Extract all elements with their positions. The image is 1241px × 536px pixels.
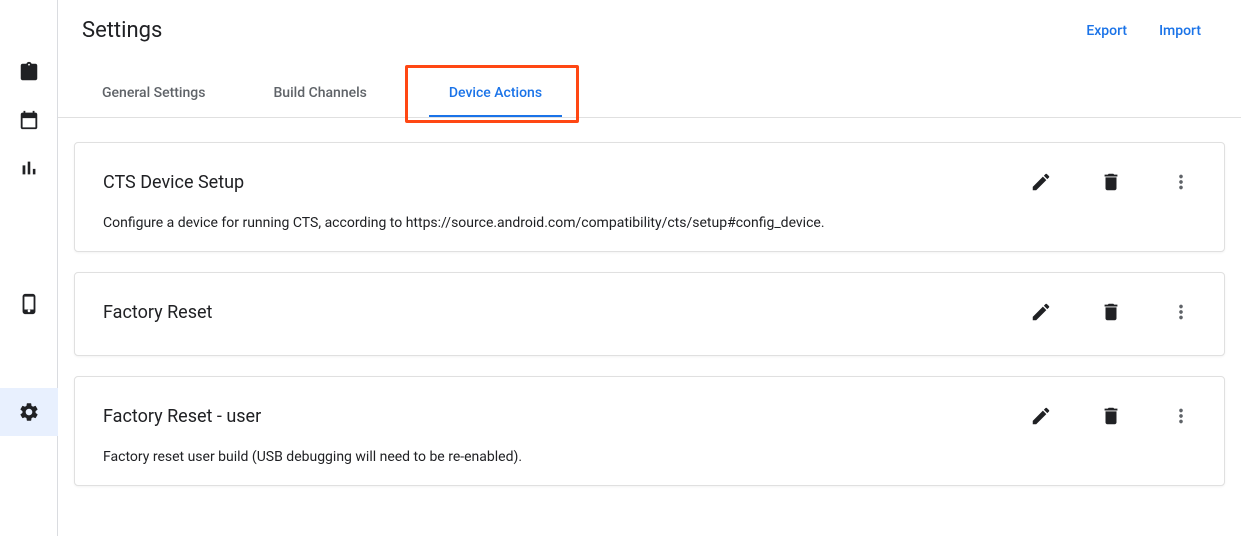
tab-general-settings[interactable]: General Settings — [82, 71, 225, 117]
sidebar-item-tests[interactable] — [0, 48, 58, 96]
trash-icon — [1100, 405, 1122, 427]
more-button[interactable] — [1166, 167, 1196, 197]
gear-icon — [18, 401, 40, 423]
header: Settings Export Import — [58, 0, 1241, 51]
sidebar — [0, 0, 58, 536]
cards-container: CTS Device Setup Configure a device for … — [58, 118, 1241, 486]
pencil-icon — [1030, 405, 1052, 427]
sidebar-item-settings[interactable] — [0, 388, 58, 436]
import-link[interactable]: Import — [1159, 23, 1201, 39]
card-actions — [1026, 297, 1196, 327]
trash-icon — [1100, 301, 1122, 323]
card-title: CTS Device Setup — [103, 172, 244, 193]
pencil-icon — [1030, 301, 1052, 323]
sidebar-item-devices[interactable] — [0, 280, 58, 328]
more-button[interactable] — [1166, 297, 1196, 327]
sidebar-item-schedules[interactable] — [0, 96, 58, 144]
more-vert-icon — [1170, 301, 1192, 323]
calendar-icon — [18, 109, 40, 131]
more-vert-icon — [1170, 405, 1192, 427]
page-title: Settings — [82, 18, 162, 43]
delete-button[interactable] — [1096, 401, 1126, 431]
sidebar-spacer — [0, 192, 57, 280]
bar-chart-icon — [18, 157, 40, 179]
device-action-card: Factory Reset — [74, 272, 1225, 356]
phone-icon — [18, 293, 40, 315]
export-link[interactable]: Export — [1086, 23, 1127, 39]
clipboard-icon — [18, 61, 40, 83]
delete-button[interactable] — [1096, 297, 1126, 327]
card-description: Configure a device for running CTS, acco… — [103, 215, 1196, 231]
delete-button[interactable] — [1096, 167, 1126, 197]
tabs: General Settings Build Channels Device A… — [58, 71, 1241, 118]
card-header: Factory Reset — [103, 297, 1196, 327]
device-action-card: CTS Device Setup Configure a device for … — [74, 142, 1225, 252]
edit-button[interactable] — [1026, 297, 1056, 327]
main-content: Settings Export Import General Settings … — [58, 0, 1241, 536]
card-actions — [1026, 167, 1196, 197]
edit-button[interactable] — [1026, 167, 1056, 197]
card-header: CTS Device Setup — [103, 167, 1196, 197]
sidebar-item-analytics[interactable] — [0, 144, 58, 192]
more-vert-icon — [1170, 171, 1192, 193]
more-button[interactable] — [1166, 401, 1196, 431]
header-actions: Export Import — [1086, 23, 1201, 39]
card-actions — [1026, 401, 1196, 431]
card-title: Factory Reset - user — [103, 406, 261, 427]
card-header: Factory Reset - user — [103, 401, 1196, 431]
card-title: Factory Reset — [103, 302, 212, 323]
trash-icon — [1100, 171, 1122, 193]
device-action-card: Factory Reset - user Factory reset user … — [74, 376, 1225, 486]
pencil-icon — [1030, 171, 1052, 193]
tab-device-actions[interactable]: Device Actions — [429, 71, 562, 117]
edit-button[interactable] — [1026, 401, 1056, 431]
card-description: Factory reset user build (USB debugging … — [103, 449, 1196, 465]
tab-build-channels[interactable]: Build Channels — [253, 71, 386, 117]
